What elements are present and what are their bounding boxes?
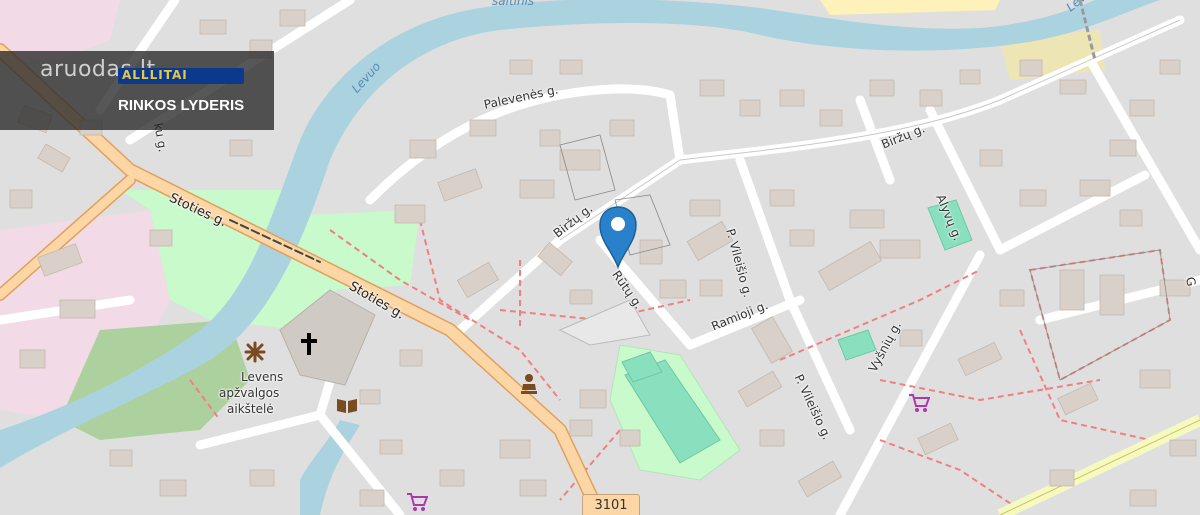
map-view[interactable]: šaltinis Levuo Levuo Palevenės g. Biržų …	[0, 0, 1200, 515]
shop-icon	[908, 393, 931, 416]
place-name-line3: aikštelė	[227, 402, 274, 416]
place-name-line2: apžvalgos	[219, 386, 280, 400]
watermark-badge: aruodas.lt ALLLITAI RINKOS LYDERIS	[0, 51, 274, 130]
monument-icon	[520, 372, 538, 397]
church-icon	[300, 332, 318, 359]
river-label-saltinis: šaltinis	[492, 0, 535, 8]
partner-logo-bar: ALLLITAI	[118, 68, 244, 84]
road-number-shield: 3101	[582, 494, 640, 515]
watermark-tagline: RINKOS LYDERIS	[118, 97, 245, 114]
partner-logo-text: ALLLITAI	[122, 68, 188, 82]
place-name-line1: Levens	[241, 370, 284, 384]
library-icon	[336, 396, 358, 417]
shop-icon-2	[406, 492, 429, 515]
marker-pin-icon[interactable]	[598, 205, 638, 270]
viewpoint-icon	[244, 341, 266, 366]
